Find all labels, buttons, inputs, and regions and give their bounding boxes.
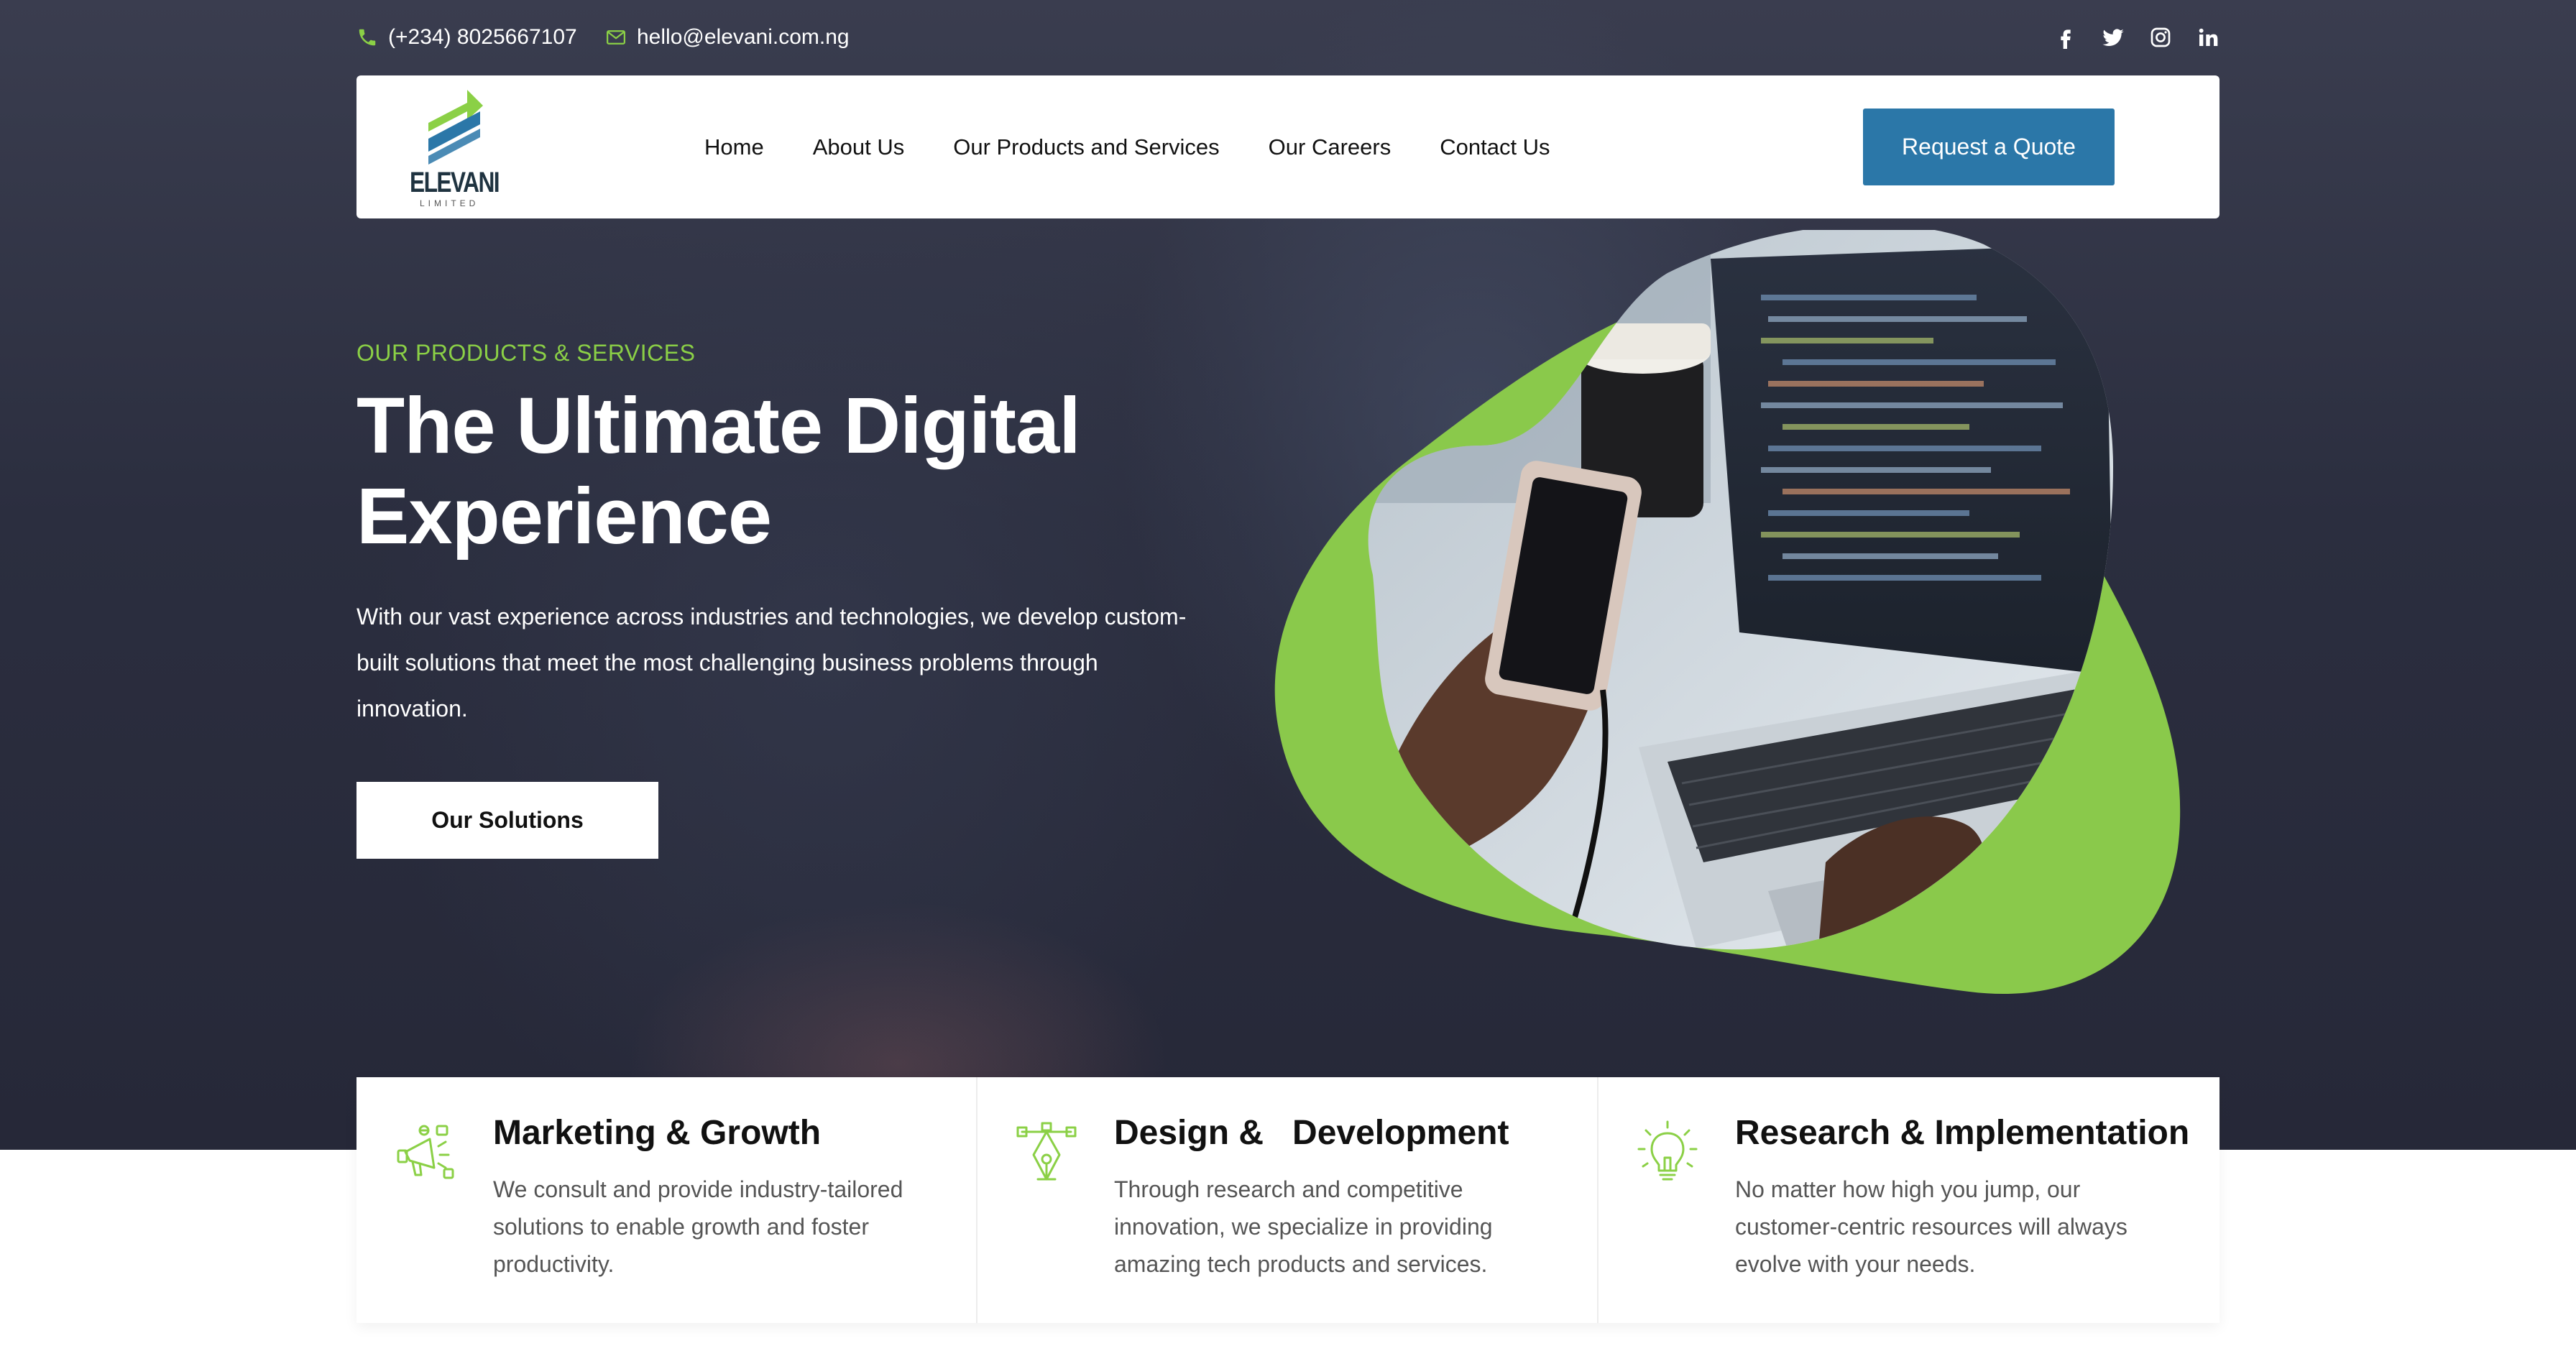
megaphone-icon — [397, 1125, 454, 1179]
feature-cards: Marketing & Growth We consult and provid… — [356, 1077, 2220, 1323]
hero-description: With our vast experience across industri… — [356, 604, 1187, 721]
pen-tool-icon — [1016, 1122, 1077, 1181]
facebook-icon[interactable] — [2054, 26, 2077, 49]
hero-eyebrow: OUR PRODUCTS & SERVICES — [356, 340, 696, 366]
brand-tagline: LIMITED — [420, 198, 479, 208]
brand-name: ELEVANI — [410, 167, 499, 198]
main-navbar: ELEVANI LIMITED Home About Us Our Produc… — [356, 75, 2220, 218]
phone-icon — [359, 29, 376, 46]
nav-home[interactable]: Home — [704, 134, 764, 160]
phone-contact[interactable]: (+234) 8025667107 — [356, 20, 577, 55]
our-solutions-button[interactable]: Our Solutions — [356, 782, 658, 859]
nav-products-services[interactable]: Our Products and Services — [953, 134, 1219, 160]
feature-text: Through research and competitive innovat… — [1114, 1176, 1493, 1277]
request-quote-button[interactable]: Request a Quote — [1863, 109, 2115, 185]
linkedin-icon[interactable] — [2196, 26, 2220, 49]
email-icon — [607, 30, 625, 45]
hero-title-line1: The Ultimate Digital — [356, 382, 1081, 470]
feature-text: No matter how high you jump, our custome… — [1735, 1176, 2128, 1277]
feature-title: Research & Implementation — [1735, 1114, 2190, 1152]
brand-logo[interactable]: ELEVANI LIMITED — [408, 87, 502, 209]
hero-title: The Ultimate Digital Experience — [356, 381, 1219, 562]
email-contact[interactable]: hello@elevani.com.ng — [605, 20, 850, 55]
instagram-icon[interactable] — [2149, 26, 2172, 49]
feature-card-design[interactable]: Design & Development Through research an… — [978, 1077, 1598, 1323]
top-contact-bar: (+234) 8025667107 hello@elevani.com.ng — [356, 20, 2220, 55]
feature-card-marketing[interactable]: Marketing & Growth We consult and provid… — [356, 1077, 978, 1323]
primary-navigation: Home About Us Our Products and Services … — [704, 75, 1599, 218]
feature-title: Design & Development — [1114, 1114, 1509, 1152]
twitter-icon[interactable] — [2102, 26, 2125, 49]
nav-careers[interactable]: Our Careers — [1269, 134, 1392, 160]
feature-title: Marketing & Growth — [493, 1114, 822, 1152]
hero-section: (+234) 8025667107 hello@elevani.com.ng E… — [0, 0, 2576, 1150]
email-address: hello@elevani.com.ng — [637, 25, 850, 49]
nav-contact-us[interactable]: Contact Us — [1440, 134, 1550, 160]
hero-title-line2: Experience — [356, 472, 772, 561]
phone-number: (+234) 8025667107 — [388, 25, 577, 49]
feature-card-research[interactable]: Research & Implementation No matter how … — [1598, 1077, 2220, 1323]
social-links — [2054, 20, 2220, 55]
elevani-logo-icon: ELEVANI LIMITED — [410, 90, 500, 208]
feature-text: We consult and provide industry-tailored… — [493, 1176, 903, 1277]
nav-about-us[interactable]: About Us — [813, 134, 905, 160]
lightbulb-icon — [1637, 1120, 1698, 1181]
hero-illustration — [1274, 230, 2181, 995]
